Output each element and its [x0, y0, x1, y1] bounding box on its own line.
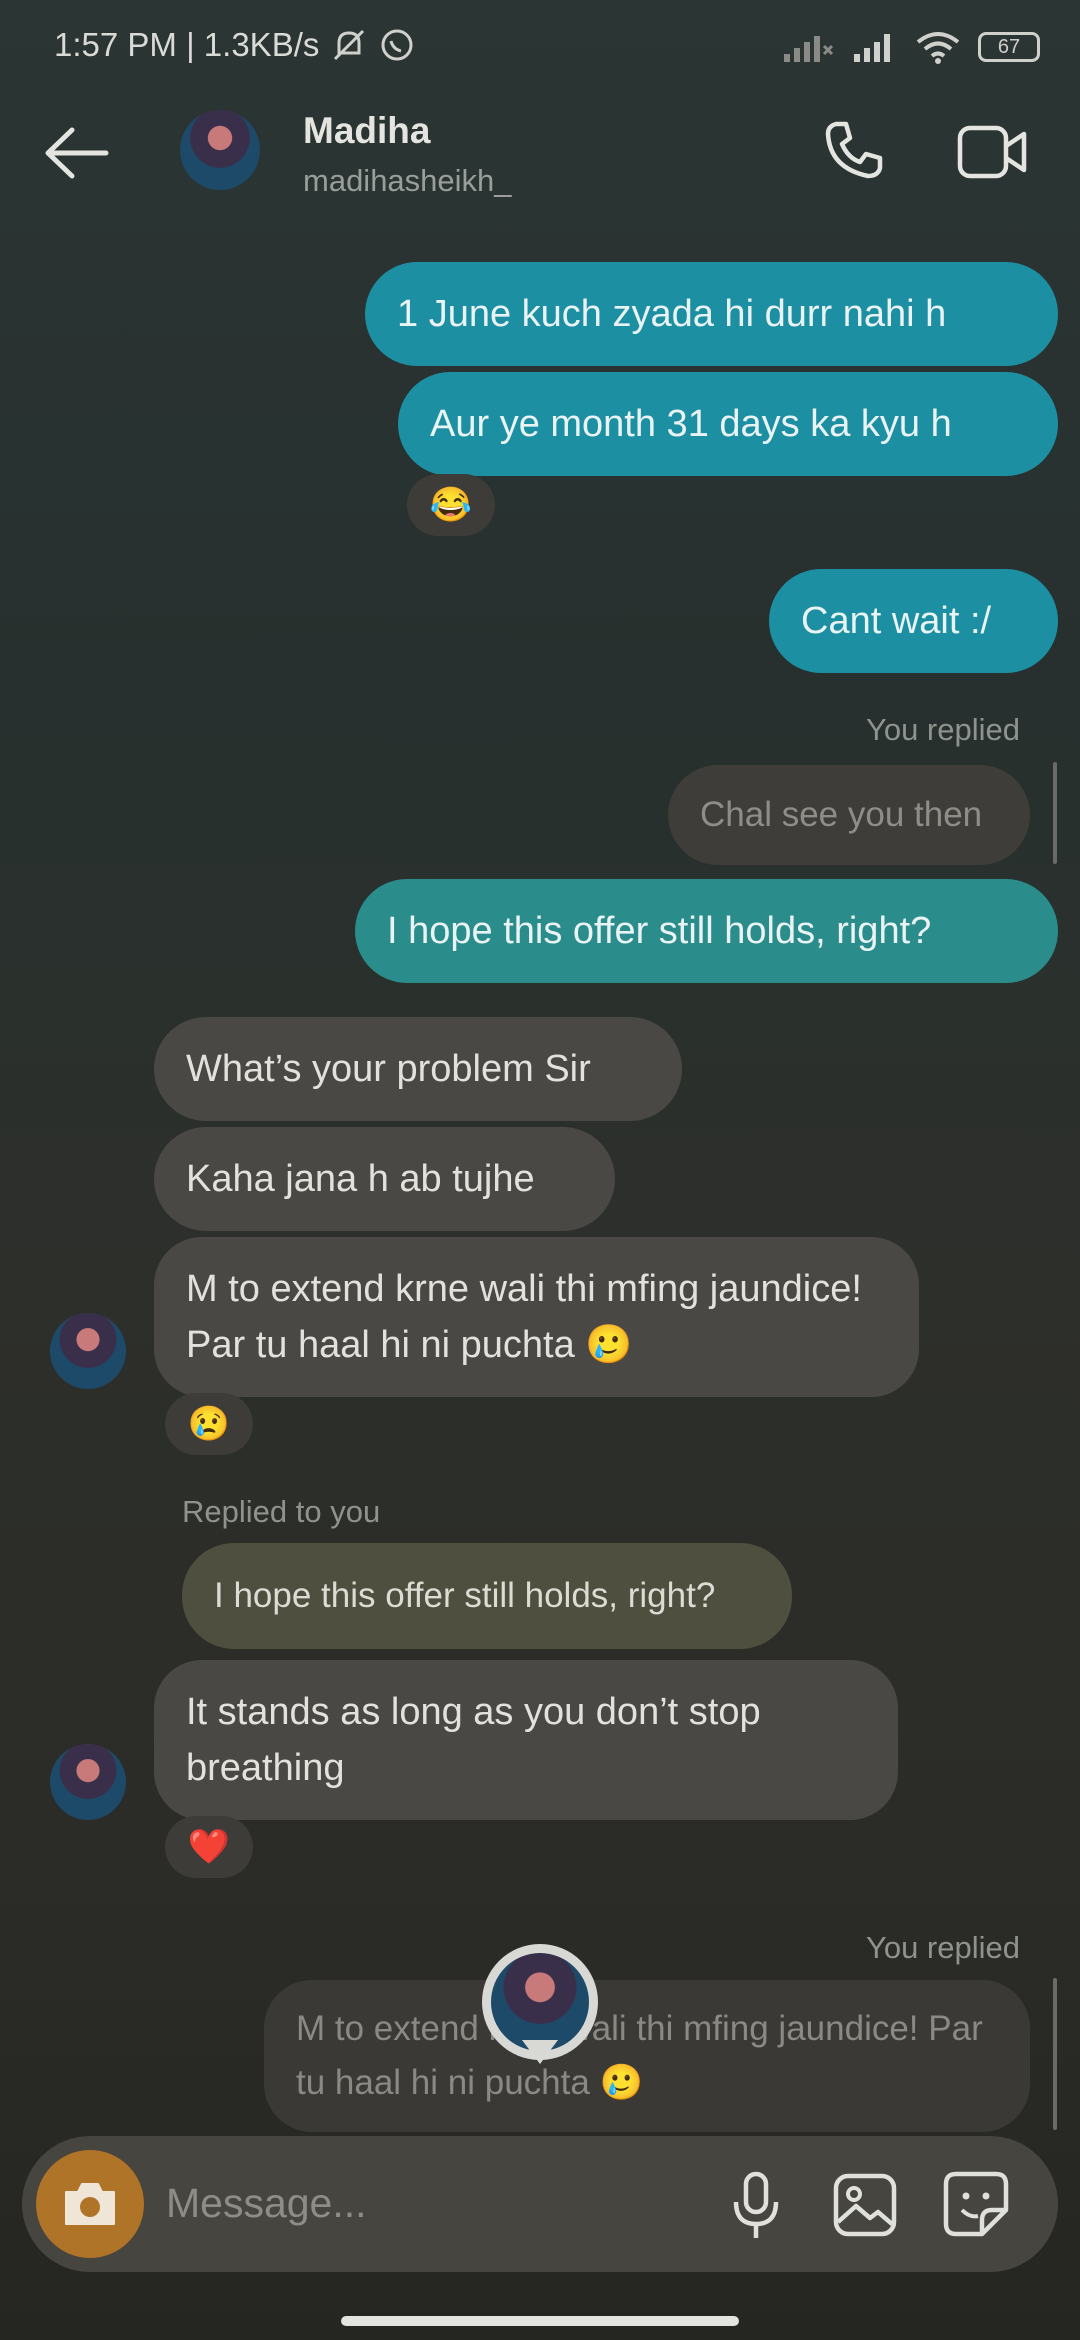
contact-name[interactable]: Madiha — [303, 110, 430, 152]
message-reaction[interactable]: ❤️ — [165, 1816, 253, 1878]
sticker-icon[interactable] — [942, 2170, 1010, 2238]
camera-icon — [65, 2183, 115, 2225]
you-replied-label: You replied — [866, 1930, 1020, 1965]
sender-avatar[interactable] — [50, 1313, 126, 1389]
back-arrow-icon[interactable] — [44, 126, 110, 180]
outgoing-message[interactable]: Cant wait :/ — [769, 569, 1058, 673]
reply-indicator-bar — [1053, 1978, 1057, 2130]
replied-to-you-label: Replied to you — [182, 1494, 381, 1529]
incoming-message[interactable]: M to extend krne wali thi mfing jaundice… — [154, 1237, 919, 1397]
quoted-message[interactable]: Chal see you then — [668, 765, 1030, 865]
seen-avatar — [491, 1953, 589, 2051]
wifi-icon — [916, 32, 960, 64]
camera-button[interactable] — [36, 2150, 144, 2258]
gallery-icon[interactable] — [832, 2172, 898, 2238]
whatsapp-icon — [381, 29, 413, 61]
incoming-message[interactable]: What’s your problem Sir — [154, 1017, 682, 1121]
contact-username: madihasheikh_ — [303, 163, 512, 198]
mute-icon — [334, 29, 365, 61]
reply-indicator-bar — [1053, 762, 1057, 864]
incoming-message[interactable]: Kaha jana h ab tujhe — [154, 1127, 615, 1231]
incoming-message[interactable]: It stands as long as you don’t stop brea… — [154, 1660, 898, 1820]
message-reaction[interactable]: 😢 — [165, 1393, 253, 1455]
contact-avatar[interactable] — [180, 110, 260, 190]
outgoing-message[interactable]: I hope this offer still holds, right? — [355, 879, 1058, 983]
video-icon[interactable] — [956, 122, 1028, 182]
phone-icon[interactable] — [822, 118, 886, 182]
seen-avatar-pointer — [522, 2040, 558, 2064]
message-reaction[interactable]: 😂 — [407, 474, 495, 536]
battery-indicator: 67 — [978, 32, 1040, 62]
outgoing-message[interactable]: 1 June kuch zyada hi durr nahi h — [365, 262, 1058, 366]
signal-icon-2 — [854, 34, 890, 62]
status-time: 1:57 PM | 1.3KB/s — [54, 26, 320, 63]
status-bar: 1:57 PM | 1.3KB/s 67 — [0, 0, 1080, 96]
signal-icon-1 — [784, 36, 834, 62]
home-indicator[interactable] — [341, 2316, 739, 2326]
message-input[interactable]: Message... — [166, 2180, 367, 2227]
sender-avatar[interactable] — [50, 1744, 126, 1820]
mic-icon[interactable] — [728, 2170, 784, 2242]
quoted-message[interactable]: M to extend krne wali thi mfing jaundice… — [264, 1980, 1030, 2132]
you-replied-label: You replied — [866, 712, 1020, 747]
quoted-message[interactable]: I hope this offer still holds, right? — [182, 1543, 792, 1649]
outgoing-message[interactable]: Aur ye month 31 days ka kyu h — [398, 372, 1058, 476]
